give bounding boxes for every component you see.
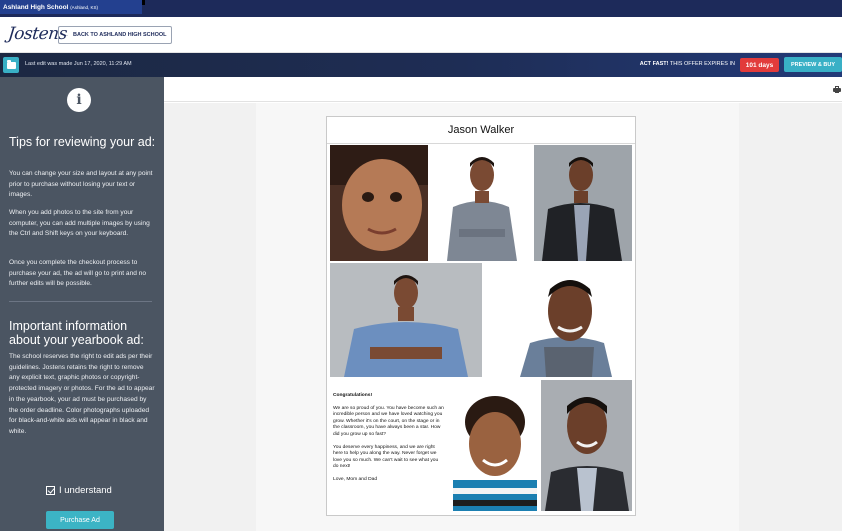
days-remaining-badge: 101 days [740,58,779,72]
back-to-school-button[interactable]: ← BACK TO ASHLAND HIGH SCHOOL [58,26,172,44]
message-paragraph: Congratulations! [333,393,373,398]
tips-sidebar: i Tips for reviewing your ad: You can ch… [0,77,164,531]
status-bar: Last edit was made Jun 17, 2020, 11:29 A… [0,53,842,77]
folder-icon [6,59,16,69]
back-button-label: BACK TO ASHLAND HIGH SCHOOL [73,32,167,38]
understand-checkbox[interactable]: I understand [46,485,112,496]
last-edit-text: Last edit was made Jun 17, 2020, 11:29 A… [25,61,132,67]
sidebar-divider [9,301,152,302]
ad-photo-portrait-5[interactable] [541,380,632,511]
tip-text: You can change your size and layout at a… [9,170,153,199]
preview-toolbar [164,77,842,102]
offer-text: ACT FAST! THIS OFFER EXPIRES IN [639,61,735,67]
ad-title[interactable]: Jason Walker [327,124,635,136]
info-icon: i [67,88,91,112]
understand-label: I understand [59,485,112,496]
checkbox-checked-icon[interactable] [46,486,55,495]
important-info-heading: Important information about your yearboo… [9,319,144,347]
school-strip: Ashland High School (Ashland, KS) [0,0,842,17]
ad-message[interactable]: Congratulations! We are so proud of you.… [333,393,445,490]
strip-divider [142,0,145,5]
print-icon[interactable] [833,86,841,93]
title-divider [327,143,635,144]
ad-photo-portrait-3[interactable] [330,263,482,377]
message-paragraph: Love, Mom and Dad [333,476,378,482]
ad-photo-portrait-1[interactable] [433,145,530,261]
arrow-left-icon: ← [63,32,70,38]
message-paragraph: You deserve every happiness, and we are … [333,444,439,470]
ad-photo-child[interactable] [449,380,539,511]
brand-header: Jostens ← BACK TO ASHLAND HIGH SCHOOL [0,17,842,53]
preview-buy-button[interactable]: PREVIEW & BUY [784,57,842,72]
ad-photo-portrait-4[interactable] [484,263,632,377]
tip-text: Once you complete the checkout process t… [9,259,147,288]
message-paragraph: We are so proud of you. You have become … [333,405,444,437]
important-info-text: The school reserves the right to edit ad… [9,353,155,435]
folder-button[interactable] [3,57,19,73]
ad-photo-portrait-2[interactable] [534,145,632,261]
ad-photo-baby[interactable] [330,145,428,261]
purchase-ad-button[interactable]: Purchase Ad [46,511,114,529]
tip-text: When you add photos to the site from you… [9,209,150,238]
tips-heading: Tips for reviewing your ad: [9,135,156,149]
school-name: Ashland High School (Ashland, KS) [0,0,142,14]
